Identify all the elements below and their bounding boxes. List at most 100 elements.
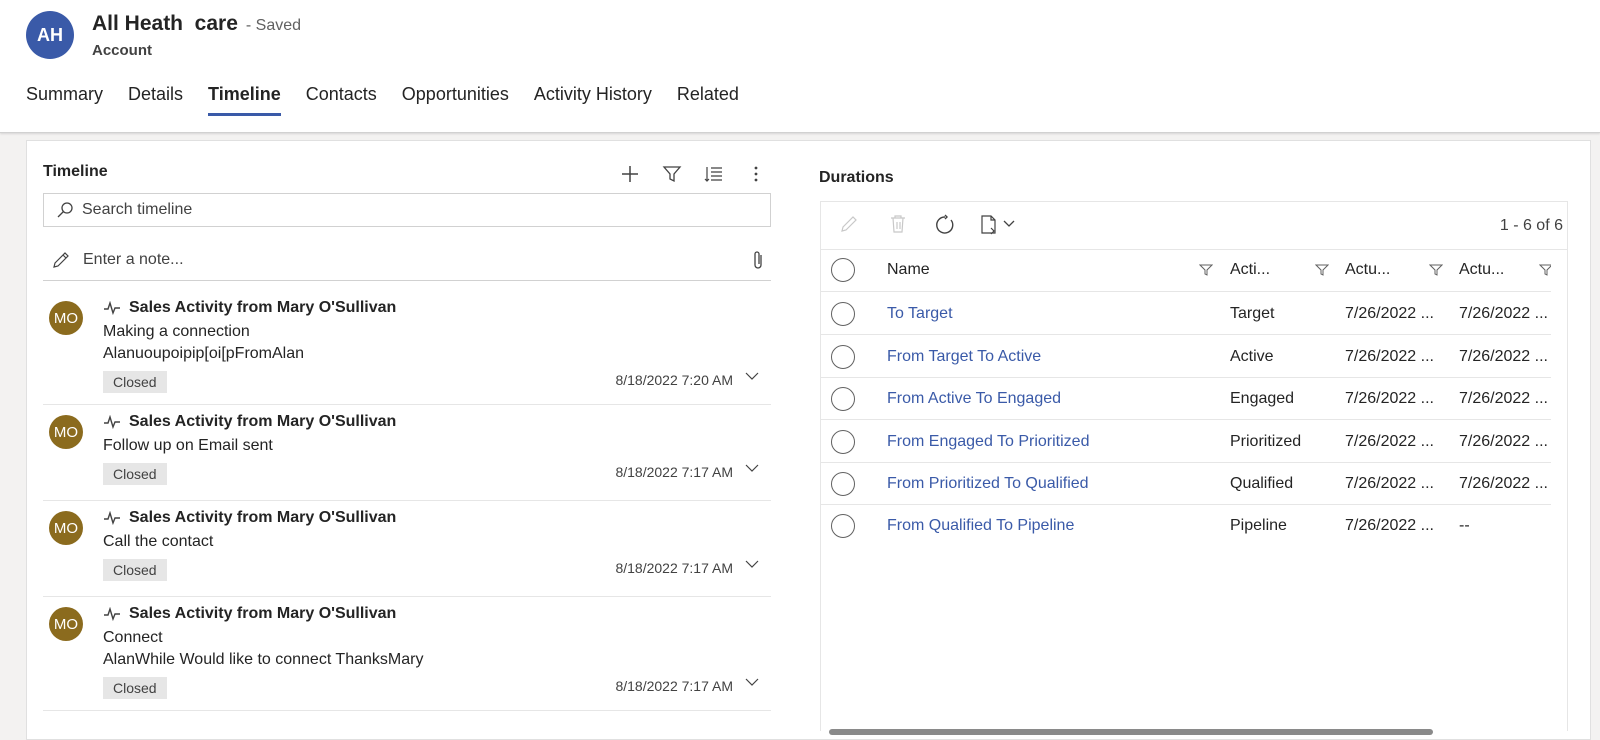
saved-status: - Saved — [245, 17, 302, 34]
duration-name-link[interactable]: From Active To Engaged — [887, 390, 1061, 408]
actual-end-cell: 7/26/2022 ... — [1459, 305, 1548, 322]
table-row[interactable]: From Qualified To Pipeline Pipeline 7/26… — [821, 505, 1551, 547]
edit-icon[interactable] — [839, 214, 859, 234]
refresh-icon[interactable] — [934, 214, 956, 236]
row-select[interactable] — [831, 345, 855, 369]
attachment-icon[interactable] — [751, 249, 765, 271]
actual-end-cell: 7/26/2022 ... — [1459, 348, 1548, 365]
search-icon — [57, 202, 73, 218]
tab-timeline[interactable]: Timeline — [208, 84, 281, 116]
row-select[interactable] — [831, 302, 855, 326]
chevron-down-icon[interactable] — [745, 677, 759, 687]
tab-summary[interactable]: Summary — [26, 84, 103, 116]
activity-title: Sales Activity from Mary O'Sullivan — [129, 299, 397, 316]
note-input[interactable] — [83, 250, 703, 269]
pencil-icon — [53, 251, 69, 268]
column-header-actual-end[interactable]: Actu... — [1459, 261, 1504, 279]
activity-cell: Pipeline — [1230, 517, 1287, 534]
more-options-icon[interactable] — [738, 159, 774, 189]
horizontal-scrollbar[interactable] — [821, 729, 1567, 737]
chevron-down-icon[interactable] — [1003, 220, 1015, 228]
actual-start-cell: 7/26/2022 ... — [1345, 305, 1434, 322]
avatar: MO — [49, 511, 83, 545]
activity-timestamp: 8/18/2022 7:17 AM — [615, 678, 733, 694]
record-title: All Heath care — [92, 12, 238, 35]
column-header-activity[interactable]: Acti... — [1230, 261, 1270, 279]
tab-details[interactable]: Details — [128, 84, 183, 116]
duration-name-link[interactable]: From Prioritized To Qualified — [887, 475, 1089, 493]
actual-start-cell: 7/26/2022 ... — [1345, 348, 1434, 365]
activity-icon — [104, 301, 120, 315]
row-select[interactable] — [831, 514, 855, 538]
duration-name-link[interactable]: To Target — [887, 305, 953, 323]
activity-subject: Call the contact — [103, 533, 214, 550]
record-count: 1 - 6 of 6 — [1499, 217, 1563, 234]
timeline-item[interactable]: MO Sales Activity from Mary O'Sullivan C… — [43, 597, 771, 711]
delete-icon[interactable] — [889, 214, 907, 234]
record-header: AH All Heath care - Saved Account Summar… — [0, 0, 1600, 133]
avatar: MO — [49, 301, 83, 335]
actual-end-cell: 7/26/2022 ... — [1459, 475, 1548, 492]
tab-related[interactable]: Related — [677, 84, 739, 116]
column-header-actual-start[interactable]: Actu... — [1345, 261, 1390, 279]
activity-cell: Target — [1230, 305, 1275, 322]
activity-subject: Follow up on Email sent — [103, 437, 273, 454]
actual-end-cell: 7/26/2022 ... — [1459, 390, 1548, 407]
table-row[interactable]: From Active To Engaged Engaged 7/26/2022… — [821, 378, 1551, 420]
column-header-name[interactable]: Name — [887, 261, 930, 279]
tab-activity-history[interactable]: Activity History — [534, 84, 652, 116]
chevron-down-icon[interactable] — [745, 559, 759, 569]
chevron-down-icon[interactable] — [745, 371, 759, 381]
select-all-checkbox[interactable] — [831, 258, 855, 282]
add-icon[interactable] — [612, 159, 648, 189]
duration-name-link[interactable]: From Target To Active — [887, 348, 1041, 366]
filter-icon[interactable] — [1315, 263, 1329, 277]
activity-cell: Qualified — [1230, 475, 1294, 492]
activity-cell: Prioritized — [1230, 433, 1302, 450]
activity-timestamp: 8/18/2022 7:20 AM — [615, 372, 733, 388]
table-row[interactable]: From Engaged To Prioritized Prioritized … — [821, 421, 1551, 463]
filter-icon[interactable] — [1539, 263, 1551, 277]
avatar: MO — [49, 415, 83, 449]
activity-timestamp: 8/18/2022 7:17 AM — [615, 464, 733, 480]
actual-end-cell: -- — [1459, 517, 1470, 534]
activity-subject: Connect — [103, 629, 163, 646]
note-entry — [43, 239, 771, 281]
scrollbar-thumb[interactable] — [829, 729, 1433, 735]
filter-icon[interactable] — [654, 159, 690, 189]
actual-start-cell: 7/26/2022 ... — [1345, 433, 1434, 450]
timeline-item[interactable]: MO Sales Activity from Mary O'Sullivan F… — [43, 405, 771, 501]
activity-header: Sales Activity from Mary O'Sullivan — [103, 605, 396, 623]
activity-title: Sales Activity from Mary O'Sullivan — [129, 605, 397, 622]
activity-timestamp: 8/18/2022 7:17 AM — [615, 560, 733, 576]
search-input[interactable] — [82, 201, 682, 219]
chevron-down-icon[interactable] — [745, 463, 759, 473]
duration-name-link[interactable]: From Engaged To Prioritized — [887, 433, 1089, 451]
record-type: Account — [92, 42, 152, 59]
tab-opportunities[interactable]: Opportunities — [402, 84, 509, 116]
sort-icon[interactable] — [696, 159, 732, 189]
activity-icon — [104, 607, 120, 621]
timeline-item[interactable]: MO Sales Activity from Mary O'Sullivan C… — [43, 501, 771, 597]
avatar: MO — [49, 607, 83, 641]
export-icon[interactable] — [979, 214, 1001, 236]
filter-icon[interactable] — [1429, 263, 1443, 277]
content-panel: Timeline MO Sales Activity from Mary O'S… — [26, 140, 1591, 740]
activity-cell: Active — [1230, 348, 1274, 365]
timeline-item[interactable]: MO Sales Activity from Mary O'Sullivan M… — [43, 291, 771, 405]
actual-start-cell: 7/26/2022 ... — [1345, 517, 1434, 534]
activity-header: Sales Activity from Mary O'Sullivan — [103, 509, 396, 527]
row-select[interactable] — [831, 387, 855, 411]
duration-name-link[interactable]: From Qualified To Pipeline — [887, 517, 1074, 535]
table-row[interactable]: From Target To Active Active 7/26/2022 .… — [821, 336, 1551, 378]
activity-title: Sales Activity from Mary O'Sullivan — [129, 509, 397, 526]
actual-start-cell: 7/26/2022 ... — [1345, 475, 1434, 492]
activity-icon — [104, 511, 120, 525]
activity-title: Sales Activity from Mary O'Sullivan — [129, 413, 397, 430]
filter-icon[interactable] — [1199, 263, 1213, 277]
table-row[interactable]: From Prioritized To Qualified Qualified … — [821, 463, 1551, 505]
row-select[interactable] — [831, 430, 855, 454]
tab-contacts[interactable]: Contacts — [306, 84, 377, 116]
row-select[interactable] — [831, 472, 855, 496]
table-row[interactable]: To Target Target 7/26/2022 ... 7/26/2022… — [821, 293, 1551, 335]
